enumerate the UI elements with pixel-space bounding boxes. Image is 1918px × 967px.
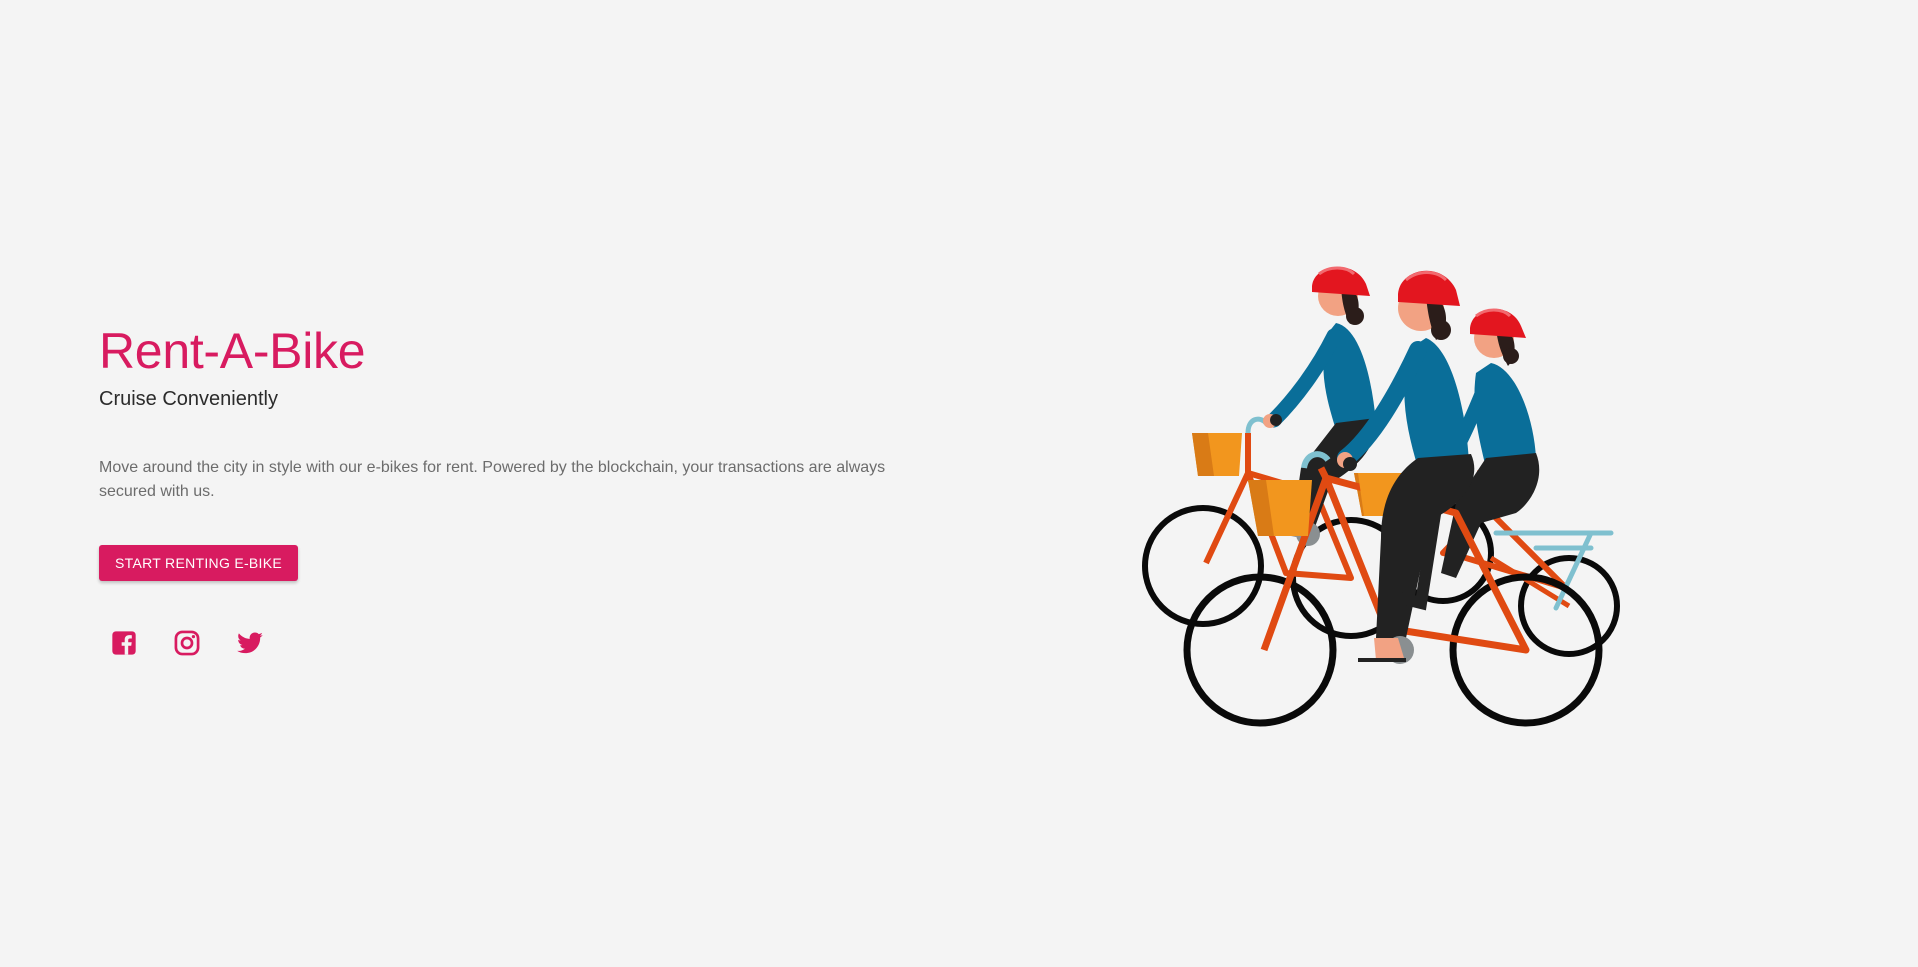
hero-section: Rent-A-Bike Cruise Conveniently Move aro… <box>99 322 919 657</box>
landing-page: Rent-A-Bike Cruise Conveniently Move aro… <box>0 0 1918 967</box>
facebook-link[interactable] <box>110 629 138 657</box>
page-subtitle: Cruise Conveniently <box>99 388 278 410</box>
start-renting-button[interactable]: START RENTING E-BIKE <box>99 545 299 581</box>
facebook-icon <box>112 631 136 655</box>
twitter-icon <box>237 632 263 654</box>
front-cyclist <box>1183 270 1603 727</box>
cyclists-illustration <box>1142 266 1620 727</box>
instagram-link[interactable] <box>173 629 201 657</box>
hero-description: Move around the city in style with our e… <box>99 459 886 500</box>
page-title: Rent-A-Bike <box>99 323 366 379</box>
twitter-link[interactable] <box>236 629 264 657</box>
instagram-icon <box>174 630 200 656</box>
social-links <box>99 629 919 657</box>
